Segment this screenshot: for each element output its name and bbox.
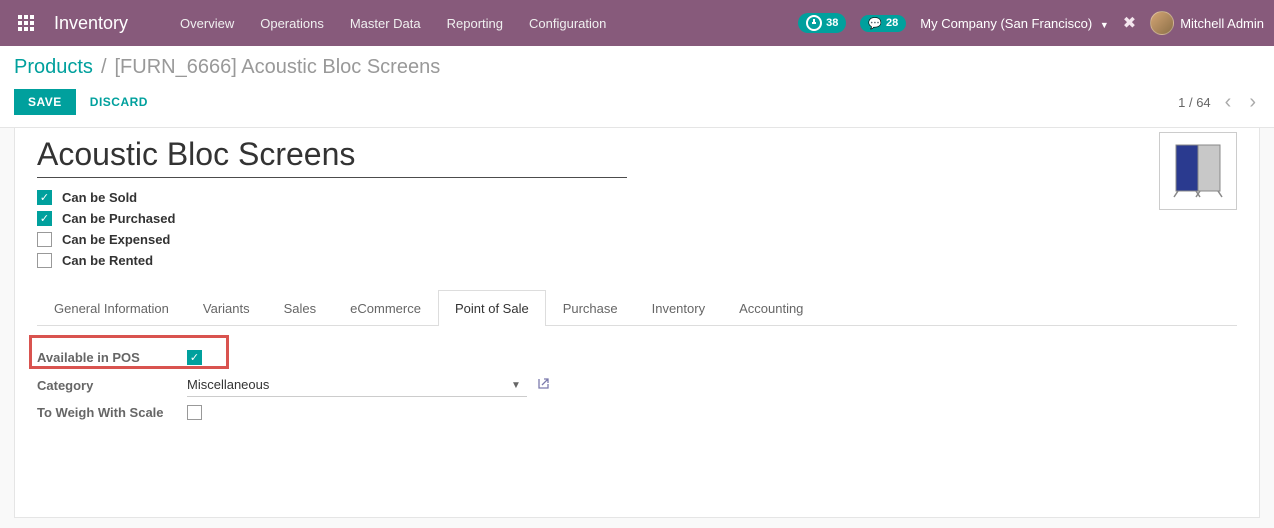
row-available-in-pos: Available in POS ✓: [37, 350, 1237, 365]
attr-can-be-purchased: ✓ Can be Purchased: [37, 211, 1237, 226]
breadcrumb: Products / [FURN_6666] Acoustic Bloc Scr…: [0, 46, 1274, 85]
avatar: [1150, 11, 1174, 35]
tab-accounting[interactable]: Accounting: [722, 290, 820, 326]
user-menu[interactable]: Mitchell Admin: [1150, 11, 1264, 35]
can-be-rented-checkbox[interactable]: [37, 253, 52, 268]
apps-icon[interactable]: [10, 7, 42, 39]
tab-purchase[interactable]: Purchase: [546, 290, 635, 326]
tab-sales[interactable]: Sales: [267, 290, 334, 326]
row-category: Category ▼: [37, 373, 1237, 397]
breadcrumb-products[interactable]: Products: [14, 56, 93, 79]
form-sheet: ✓ Can be Sold ✓ Can be Purchased Can be …: [14, 128, 1260, 518]
can-be-sold-label: Can be Sold: [62, 190, 137, 205]
user-name: Mitchell Admin: [1180, 16, 1264, 31]
weigh-checkbox[interactable]: [187, 405, 202, 420]
chevron-down-icon: ▼: [1100, 20, 1109, 30]
can-be-purchased-checkbox[interactable]: ✓: [37, 211, 52, 226]
debug-icon[interactable]: ✖: [1123, 13, 1136, 33]
save-button[interactable]: SAVE: [14, 89, 76, 115]
clock-icon: [806, 15, 822, 31]
breadcrumb-current: [FURN_6666] Acoustic Bloc Screens: [115, 56, 441, 79]
can-be-purchased-label: Can be Purchased: [62, 211, 175, 226]
activities-count: 38: [826, 17, 838, 29]
can-be-expensed-label: Can be Expensed: [62, 232, 170, 247]
product-image[interactable]: [1159, 132, 1237, 210]
discard-button[interactable]: DISCARD: [90, 95, 148, 109]
pager-text: 1 / 64: [1178, 95, 1211, 110]
tab-general-information[interactable]: General Information: [37, 290, 186, 326]
menu-reporting[interactable]: Reporting: [435, 8, 515, 39]
available-in-pos-label: Available in POS: [37, 350, 187, 365]
tab-variants[interactable]: Variants: [186, 290, 267, 326]
weigh-label: To Weigh With Scale: [37, 405, 187, 420]
action-bar: SAVE DISCARD 1 / 64 ‹ ›: [0, 85, 1274, 128]
row-weigh: To Weigh With Scale: [37, 405, 1237, 420]
form-tabs: General Information Variants Sales eComm…: [37, 290, 1237, 326]
activities-badge[interactable]: 38: [798, 13, 846, 33]
menu-configuration[interactable]: Configuration: [517, 8, 618, 39]
category-label: Category: [37, 378, 187, 393]
can-be-sold-checkbox[interactable]: ✓: [37, 190, 52, 205]
right-nav: 38 💬 28 My Company (San Francisco) ▼ ✖ M…: [798, 11, 1264, 35]
messages-badge[interactable]: 💬 28: [860, 15, 906, 32]
tab-point-of-sale[interactable]: Point of Sale: [438, 290, 546, 326]
attr-can-be-rented: Can be Rented: [37, 253, 1237, 268]
chat-icon: 💬: [868, 17, 882, 30]
attr-can-be-sold: ✓ Can be Sold: [37, 190, 1237, 205]
company-switcher[interactable]: My Company (San Francisco) ▼: [920, 16, 1109, 31]
menu-master-data[interactable]: Master Data: [338, 8, 433, 39]
top-navbar: Inventory Overview Operations Master Dat…: [0, 0, 1274, 46]
product-name-input[interactable]: [37, 132, 627, 178]
pager-next-icon[interactable]: ›: [1245, 91, 1260, 114]
messages-count: 28: [886, 17, 898, 29]
attr-can-be-expensed: Can be Expensed: [37, 232, 1237, 247]
main-menu: Overview Operations Master Data Reportin…: [168, 8, 798, 39]
tab-ecommerce[interactable]: eCommerce: [333, 290, 438, 326]
tab-inventory[interactable]: Inventory: [635, 290, 722, 326]
available-in-pos-checkbox[interactable]: ✓: [187, 350, 202, 365]
product-attributes: ✓ Can be Sold ✓ Can be Purchased Can be …: [37, 190, 1237, 268]
app-title[interactable]: Inventory: [54, 13, 128, 34]
pager: 1 / 64 ‹ ›: [1178, 91, 1260, 114]
pos-tab-content: Available in POS ✓ Category ▼ To Weigh W…: [37, 326, 1237, 452]
breadcrumb-sep: /: [101, 56, 107, 79]
chevron-down-icon[interactable]: ▼: [511, 380, 521, 391]
can-be-expensed-checkbox[interactable]: [37, 232, 52, 247]
category-input[interactable]: [187, 373, 527, 397]
menu-operations[interactable]: Operations: [248, 8, 336, 39]
external-link-icon[interactable]: [537, 377, 550, 393]
menu-overview[interactable]: Overview: [168, 8, 246, 39]
can-be-rented-label: Can be Rented: [62, 253, 153, 268]
pager-prev-icon[interactable]: ‹: [1221, 91, 1236, 114]
